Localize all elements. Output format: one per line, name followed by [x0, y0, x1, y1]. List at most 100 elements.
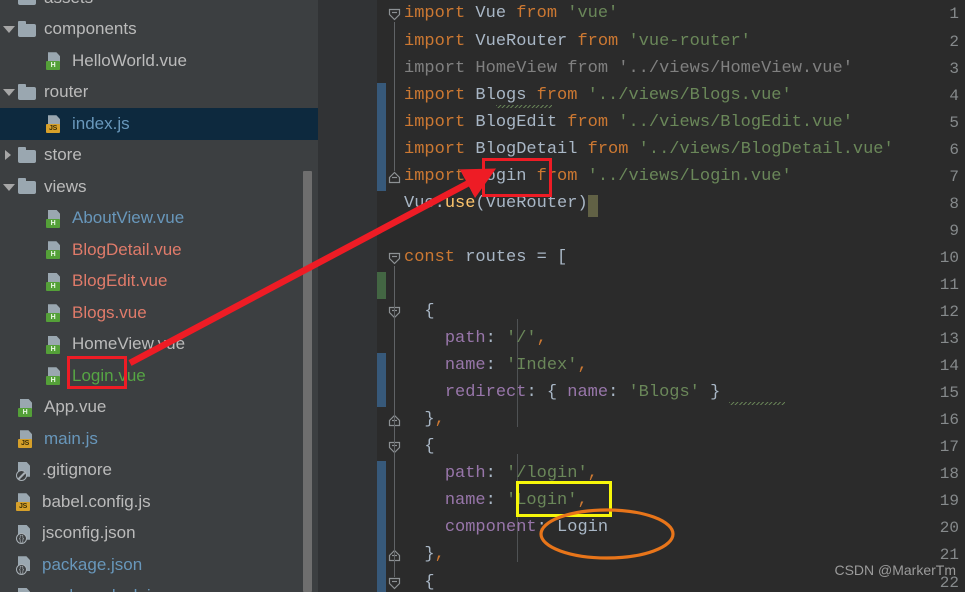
code-line[interactable]: Vue.use(VueRouter)	[404, 194, 588, 213]
tree-item[interactable]: components	[0, 14, 318, 46]
code-editor[interactable]: 1 2 3 4 5 6 7 8 9 10 11 12 13 14 15 16 17 18 19 20 21 22 impo…	[318, 0, 965, 592]
tree-item[interactable]: router	[0, 77, 318, 109]
change-marker-modified[interactable]	[377, 82, 386, 191]
code-line[interactable]: },	[404, 410, 444, 429]
tree-item-label: store	[44, 145, 82, 165]
tree-item-label: main.js	[44, 428, 98, 448]
code-line[interactable]: {	[404, 302, 434, 321]
code-line[interactable]: path: '/login',	[404, 464, 598, 483]
fold-collapse-icon[interactable]	[388, 8, 401, 21]
tree-item[interactable]: H BlogEdit.vue	[0, 266, 318, 298]
file-type-badge: H	[46, 61, 60, 71]
tree-item[interactable]: H BlogDetail.vue	[0, 234, 318, 266]
tree-item-label: Blogs.vue	[72, 302, 147, 322]
code-line[interactable]: import Login from '../views/Login.vue'	[404, 167, 792, 186]
ide-window: assets components H HelloWorld.vue router JS i…	[0, 0, 965, 592]
chevron-down-icon[interactable]	[2, 85, 16, 99]
tree-item-label: HelloWorld.vue	[72, 50, 187, 70]
file-type-badge: H	[46, 313, 60, 323]
code-line[interactable]: import HomeView from '../views/HomeView.…	[404, 59, 853, 78]
tree-item[interactable]: {} jsconfig.json	[0, 518, 318, 550]
tree-item-label: App.vue	[44, 397, 107, 417]
tree-item[interactable]: assets	[0, 0, 318, 14]
tree-item[interactable]: .gitignore	[0, 455, 318, 487]
json-file-icon: {}	[16, 555, 35, 576]
code-line[interactable]: const routes = [	[404, 248, 567, 267]
line-number: 15	[939, 384, 959, 403]
editor-gutter[interactable]	[318, 0, 377, 592]
code-line[interactable]: component: Login	[404, 518, 608, 537]
json-file-icon: {}	[16, 587, 35, 592]
change-marker-added[interactable]	[377, 271, 386, 300]
tree-item[interactable]: views	[0, 171, 318, 203]
tree-item[interactable]: H AboutView.vue	[0, 203, 318, 235]
tree-item-label: index.js	[72, 113, 130, 133]
code-line[interactable]: {	[404, 573, 434, 592]
line-number: 4	[949, 86, 959, 105]
fold-region-line	[394, 22, 395, 171]
tree-item[interactable]: H Blogs.vue	[0, 297, 318, 329]
change-marker-modified[interactable]	[377, 461, 386, 592]
json-file-icon: {}	[16, 524, 35, 544]
code-line[interactable]: name: 'Login',	[404, 491, 588, 510]
code-line[interactable]: name: 'Index',	[404, 356, 588, 375]
fold-collapse-icon[interactable]	[388, 577, 401, 590]
code-line[interactable]: import Blogs from '../views/Blogs.vue'	[404, 86, 792, 105]
fold-region-line	[394, 265, 395, 577]
tree-item[interactable]: H Login.vue	[0, 360, 318, 392]
line-number: 6	[949, 140, 959, 159]
text-caret	[588, 194, 598, 217]
tree-item[interactable]: H App.vue	[0, 392, 318, 424]
vue-file-icon: H	[46, 240, 65, 260]
tree-item[interactable]: JS index.js	[0, 108, 318, 140]
tree-item[interactable]: store	[0, 140, 318, 172]
line-number: 20	[939, 519, 959, 538]
line-number: 19	[939, 492, 959, 511]
code-line[interactable]: redirect: { name: 'Blogs' }	[404, 383, 720, 402]
fold-end-icon[interactable]	[388, 171, 401, 184]
json-braces-glyph: {}	[18, 565, 25, 575]
code-line[interactable]: },	[404, 545, 444, 564]
project-tree-panel[interactable]: assets components H HelloWorld.vue router JS i…	[0, 0, 318, 592]
chevron-right-icon[interactable]	[2, 148, 16, 162]
folder-icon	[18, 177, 37, 196]
tree-item[interactable]: JS main.js	[0, 423, 318, 455]
vue-file-icon: H	[46, 366, 65, 386]
chevron-down-icon[interactable]	[2, 22, 16, 36]
vue-file-icon: H	[46, 303, 65, 323]
tree-item[interactable]: {} package-lock.json	[0, 581, 318, 592]
code-line[interactable]: {	[404, 437, 434, 456]
tree-item[interactable]: H HelloWorld.vue	[0, 45, 318, 77]
sidebar-vertical-scrollbar[interactable]	[303, 171, 312, 592]
change-marker-modified[interactable]	[377, 353, 386, 408]
tree-item-label: views	[44, 176, 87, 196]
line-number: 14	[939, 357, 959, 376]
file-type-badge: H	[18, 407, 32, 417]
file-type-badge: JS	[46, 124, 60, 134]
vue-file-icon: H	[46, 209, 65, 228]
vue-file-icon: H	[46, 335, 65, 354]
chevron-down-icon[interactable]	[2, 180, 16, 194]
tree-item[interactable]: {} package.json	[0, 549, 318, 581]
tree-item[interactable]: H HomeView.vue	[0, 329, 318, 361]
code-line[interactable]: import Vue from 'vue'	[404, 4, 618, 23]
code-line[interactable]: import BlogEdit from '../views/BlogEdit.…	[404, 113, 853, 132]
line-number: 3	[949, 59, 959, 78]
code-line[interactable]: import BlogDetail from '../views/BlogDet…	[404, 140, 894, 159]
code-line[interactable]: import VueRouter from 'vue-router'	[404, 32, 751, 51]
tree-item-label: AboutView.vue	[72, 208, 185, 228]
tree-item-label: router	[44, 82, 89, 102]
code-line[interactable]: path: '/',	[404, 329, 547, 348]
fold-collapse-icon[interactable]	[388, 252, 401, 265]
tree-item[interactable]: JS babel.config.js	[0, 486, 318, 518]
